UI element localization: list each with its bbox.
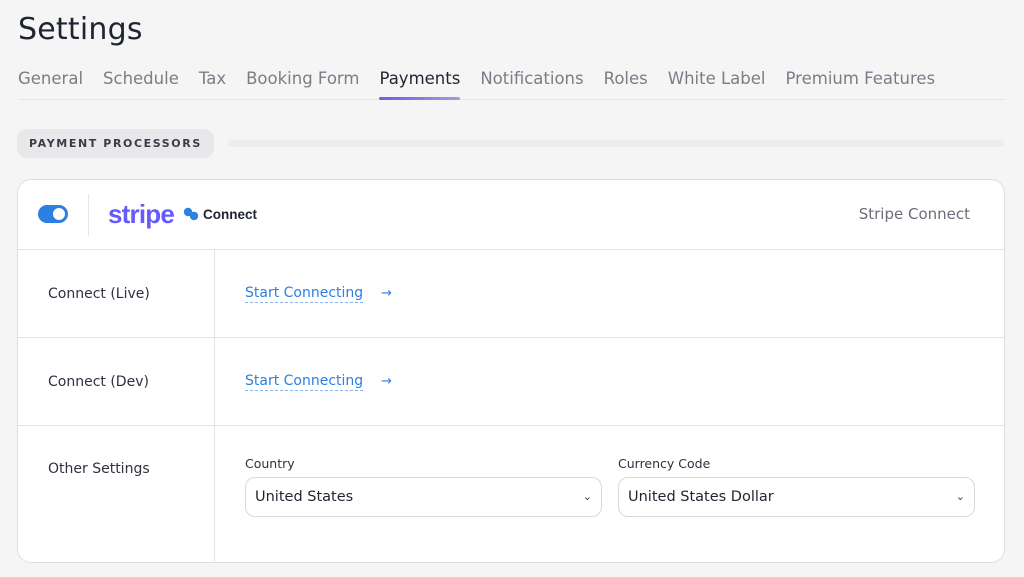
currency-label: Currency Code [618,456,711,471]
connect-wordmark: Connect [203,206,258,222]
start-connecting-live-text: Start Connecting [245,285,364,301]
currency-value: United States Dollar [628,489,774,505]
arrow-right-icon: → [381,374,392,389]
processor-header: stripe Connect Stripe Connect [18,180,1004,250]
tab-booking-form[interactable]: Booking Form [246,66,359,100]
section-divider [228,140,1004,147]
toggle-knob [53,208,65,220]
tab-white-label[interactable]: White Label [668,66,766,100]
settings-tabs: General Schedule Tax Booking Form Paymen… [18,66,1006,100]
connect-dev-row: Connect (Dev) Start Connecting → [18,338,1004,426]
tab-tax[interactable]: Tax [199,66,226,100]
processor-enabled-toggle[interactable] [38,205,68,223]
stripe-wordmark: stripe [108,198,175,229]
other-settings-content: Country United States ⌄ Currency Code Un… [215,426,1004,562]
chevron-down-icon: ⌄ [582,490,592,503]
stripe-connect-logo: stripe Connect [108,198,257,230]
other-settings-row: Other Settings Country United States ⌄ C… [18,426,1004,562]
connect-dev-content: Start Connecting → [215,338,1004,425]
start-connecting-dev-text: Start Connecting [245,373,364,389]
section-heading: PAYMENT PROCESSORS [17,129,214,158]
start-connecting-dev-link[interactable]: Start Connecting [245,373,364,391]
connect-live-label: Connect (Live) [18,250,215,337]
payment-processor-card: stripe Connect Stripe Connect Connect (L… [17,179,1005,563]
chevron-down-icon: ⌄ [955,490,965,503]
country-select[interactable]: United States ⌄ [245,477,602,517]
tab-roles[interactable]: Roles [604,66,648,100]
connect-live-row: Connect (Live) Start Connecting → [18,250,1004,338]
arrow-right-icon: → [381,286,392,301]
other-settings-label: Other Settings [18,426,215,562]
country-label: Country [245,456,295,471]
start-connecting-live-link[interactable]: Start Connecting [245,285,364,303]
connect-dev-label: Connect (Dev) [18,338,215,425]
currency-field: Currency Code United States Dollar ⌄ [618,456,975,517]
tab-notifications[interactable]: Notifications [480,66,583,100]
header-divider [88,194,89,236]
connect-live-content: Start Connecting → [215,250,1004,337]
currency-select[interactable]: United States Dollar ⌄ [618,477,975,517]
country-value: United States [255,489,354,505]
tab-payments[interactable]: Payments [379,66,460,100]
page-title: Settings [18,12,143,47]
tab-premium-features[interactable]: Premium Features [786,66,936,100]
provider-name: Stripe Connect [858,205,970,223]
country-field: Country United States ⌄ [245,456,602,517]
tab-schedule[interactable]: Schedule [103,66,179,100]
tab-general[interactable]: General [18,66,83,100]
link-icon [182,205,200,223]
